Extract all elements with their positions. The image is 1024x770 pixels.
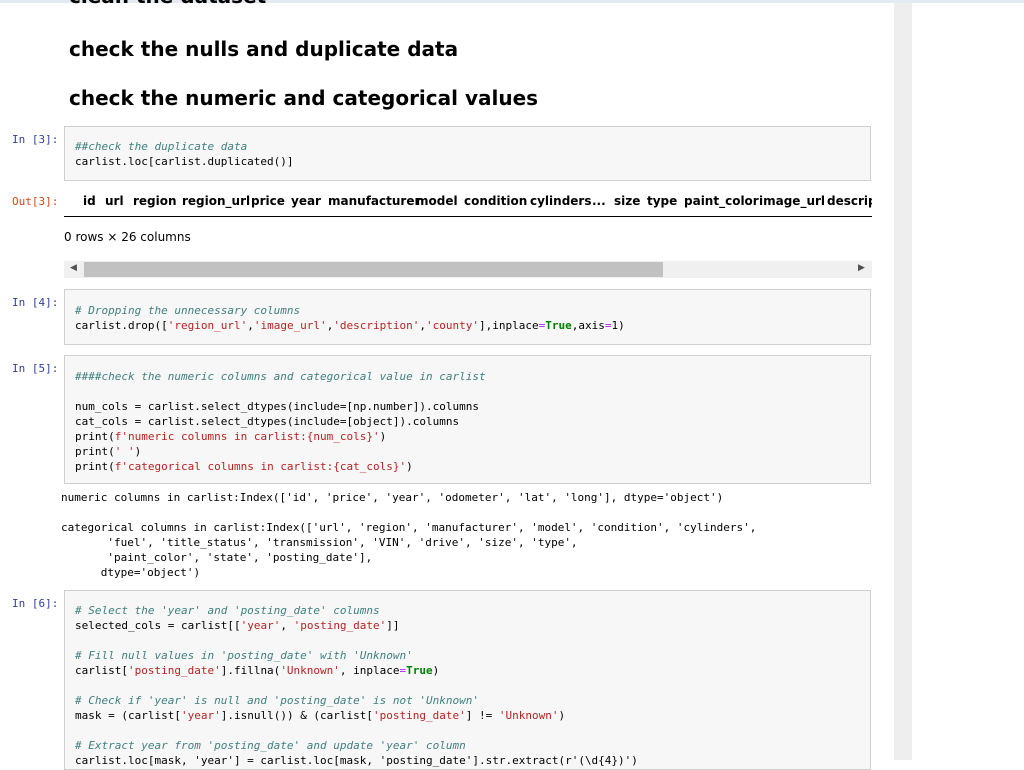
code-text: ]] [386, 619, 400, 632]
code-string: 'Unknown' [498, 709, 559, 722]
df-col-header: model [416, 194, 458, 208]
code-text: ].isnull()) & (carlist[ [220, 709, 374, 722]
cell-6-prompt: In [6]: [12, 597, 59, 610]
output-horizontal-scrollbar[interactable]: ◀ ▶ [64, 261, 872, 278]
code-line: carlist.loc[carlist.duplicated()] [75, 155, 294, 168]
code-text: 1) [611, 319, 625, 332]
code-comment: # Dropping the unnecessary columns [75, 304, 301, 317]
code-text: ) [134, 445, 142, 458]
code-string: 'region_url' [167, 319, 248, 332]
heading-clean-dataset: clean the dataset [69, 0, 266, 8]
df-col-header: region [133, 194, 177, 208]
code-string: 'description' [333, 319, 420, 332]
code-string: ' ' [114, 445, 135, 458]
cell-4-code[interactable]: # Dropping the unnecessary columns carli… [64, 289, 871, 345]
code-text: ) [379, 430, 387, 443]
cell-3-prompt: In [3]: [12, 133, 59, 146]
code-string: 'image_url' [253, 319, 327, 332]
cell-4-prompt: In [4]: [12, 296, 59, 309]
code-text: ] != [465, 709, 499, 722]
code-string: 'posting_date' [373, 709, 466, 722]
dataframe-shape: 0 rows × 26 columns [64, 230, 191, 244]
code-line: carlist.loc[mask, 'year'] = carlist.loc[… [75, 754, 638, 767]
code-comment: ####check the numeric columns and catego… [75, 370, 486, 383]
code-string: 'posting_date' [293, 619, 387, 632]
heading-numeric-categorical: check the numeric and categorical values [69, 86, 539, 110]
code-text: ) [406, 460, 413, 473]
df-col-header: paint_color [684, 194, 759, 208]
df-col-header: id [83, 194, 96, 208]
code-string: 'year' [240, 619, 281, 632]
df-col-header: year [291, 194, 321, 208]
code-text: carlist.drop([ [75, 319, 168, 332]
df-col-header: image_url [759, 194, 826, 208]
page-scrollbar-gutter[interactable] [894, 0, 912, 760]
right-margin [912, 0, 1024, 760]
code-text: print( [75, 445, 115, 458]
df-col-header: manufacturer [328, 194, 421, 208]
df-col-header: region_url [182, 194, 251, 208]
code-text: ,axis [571, 319, 605, 332]
code-line: num_cols = carlist.select_dtypes(include… [75, 400, 479, 413]
code-text: ],inplace [479, 319, 539, 332]
code-comment: # Check if 'year' is null and 'posting_d… [75, 694, 479, 707]
cell-6-code[interactable]: # Select the 'year' and 'posting_date' c… [64, 590, 871, 770]
scroll-right-arrow-icon[interactable]: ▶ [858, 263, 865, 273]
cell-5-prompt: In [5]: [12, 362, 59, 375]
code-text: ) [432, 664, 440, 677]
code-string: 'posting_date' [127, 664, 221, 677]
scroll-left-arrow-icon[interactable]: ◀ [70, 263, 77, 273]
cell-5-output-categorical-4: dtype='object') [61, 566, 201, 579]
df-col-header: type [647, 194, 678, 208]
code-text: , inplace [339, 664, 400, 677]
code-text: ].fillna( [220, 664, 281, 677]
code-string: 'county' [426, 319, 480, 332]
code-text: print( [75, 460, 115, 473]
code-keyword: True [545, 319, 572, 332]
code-comment: # Extract year from 'posting_date' and u… [75, 739, 466, 752]
scrollbar-thumb[interactable] [84, 262, 663, 277]
code-string: f'categorical columns in carlist:{cat_co… [114, 460, 407, 473]
code-text: print( [75, 430, 115, 443]
cell-3-out-prompt: Out[3]: [12, 195, 59, 208]
df-col-header: url [105, 194, 124, 208]
code-string: 'year' [180, 709, 221, 722]
df-col-header: ... [592, 194, 606, 208]
dataframe-header: id url region region_url price year manu… [64, 188, 872, 217]
code-text: selected_cols = carlist[[ [75, 619, 241, 632]
cell-5-output-numeric: numeric columns in carlist:Index(['id', … [61, 491, 724, 504]
cell-3-code[interactable]: ##check the duplicate data carlist.loc[c… [64, 126, 871, 181]
heading-nulls-duplicates: check the nulls and duplicate data [69, 37, 459, 61]
code-string: f'numeric columns in carlist:{num_cols}' [114, 430, 380, 443]
cell-5-output-categorical-1: categorical columns in carlist:Index(['u… [61, 521, 757, 534]
df-col-header: size [614, 194, 641, 208]
code-comment: # Fill null values in 'posting_date' wit… [75, 649, 413, 662]
code-line: cat_cols = carlist.select_dtypes(include… [75, 415, 460, 428]
code-comment: # Select the 'year' and 'posting_date' c… [75, 604, 380, 617]
cell-5-output-categorical-3: 'paint_color', 'state', 'posting_date'], [61, 551, 373, 564]
code-text: ) [558, 709, 566, 722]
df-col-header: price [251, 194, 285, 208]
cell-5-code[interactable]: ####check the numeric columns and catego… [64, 355, 871, 484]
code-text: carlist[ [75, 664, 128, 677]
code-comment: ##check the duplicate data [75, 140, 248, 153]
cell-5-output-categorical-2: 'fuel', 'title_status', 'transmission', … [61, 536, 578, 549]
df-col-header: cylinders [530, 194, 592, 208]
df-col-header: descript [827, 194, 872, 208]
code-string: 'Unknown' [280, 664, 340, 677]
df-col-header: condition [464, 194, 528, 208]
code-keyword: True [406, 664, 433, 677]
code-text: mask = (carlist[ [75, 709, 181, 722]
